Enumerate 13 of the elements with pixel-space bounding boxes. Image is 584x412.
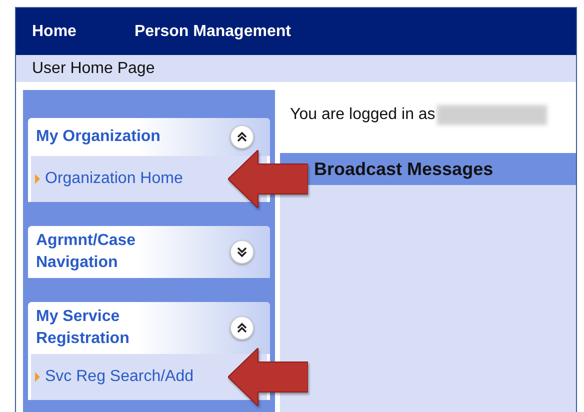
- bullet-triangle-icon: [35, 174, 40, 184]
- expand-button[interactable]: [230, 240, 254, 264]
- double-chevron-up-icon: [236, 131, 248, 143]
- broadcast-title: Broadcast Messages: [314, 158, 494, 180]
- bullet-triangle-icon: [35, 372, 40, 382]
- double-chevron-down-icon: [236, 246, 248, 258]
- login-status-text: You are logged in as: [290, 106, 436, 124]
- collapse-button[interactable]: [230, 125, 254, 149]
- double-chevron-up-icon: [236, 322, 248, 334]
- collapse-button[interactable]: [230, 316, 254, 340]
- nav-link[interactable]: Home: [32, 22, 76, 40]
- page-title: User Home Page: [32, 60, 155, 78]
- nav-link[interactable]: Person Management: [134, 22, 291, 40]
